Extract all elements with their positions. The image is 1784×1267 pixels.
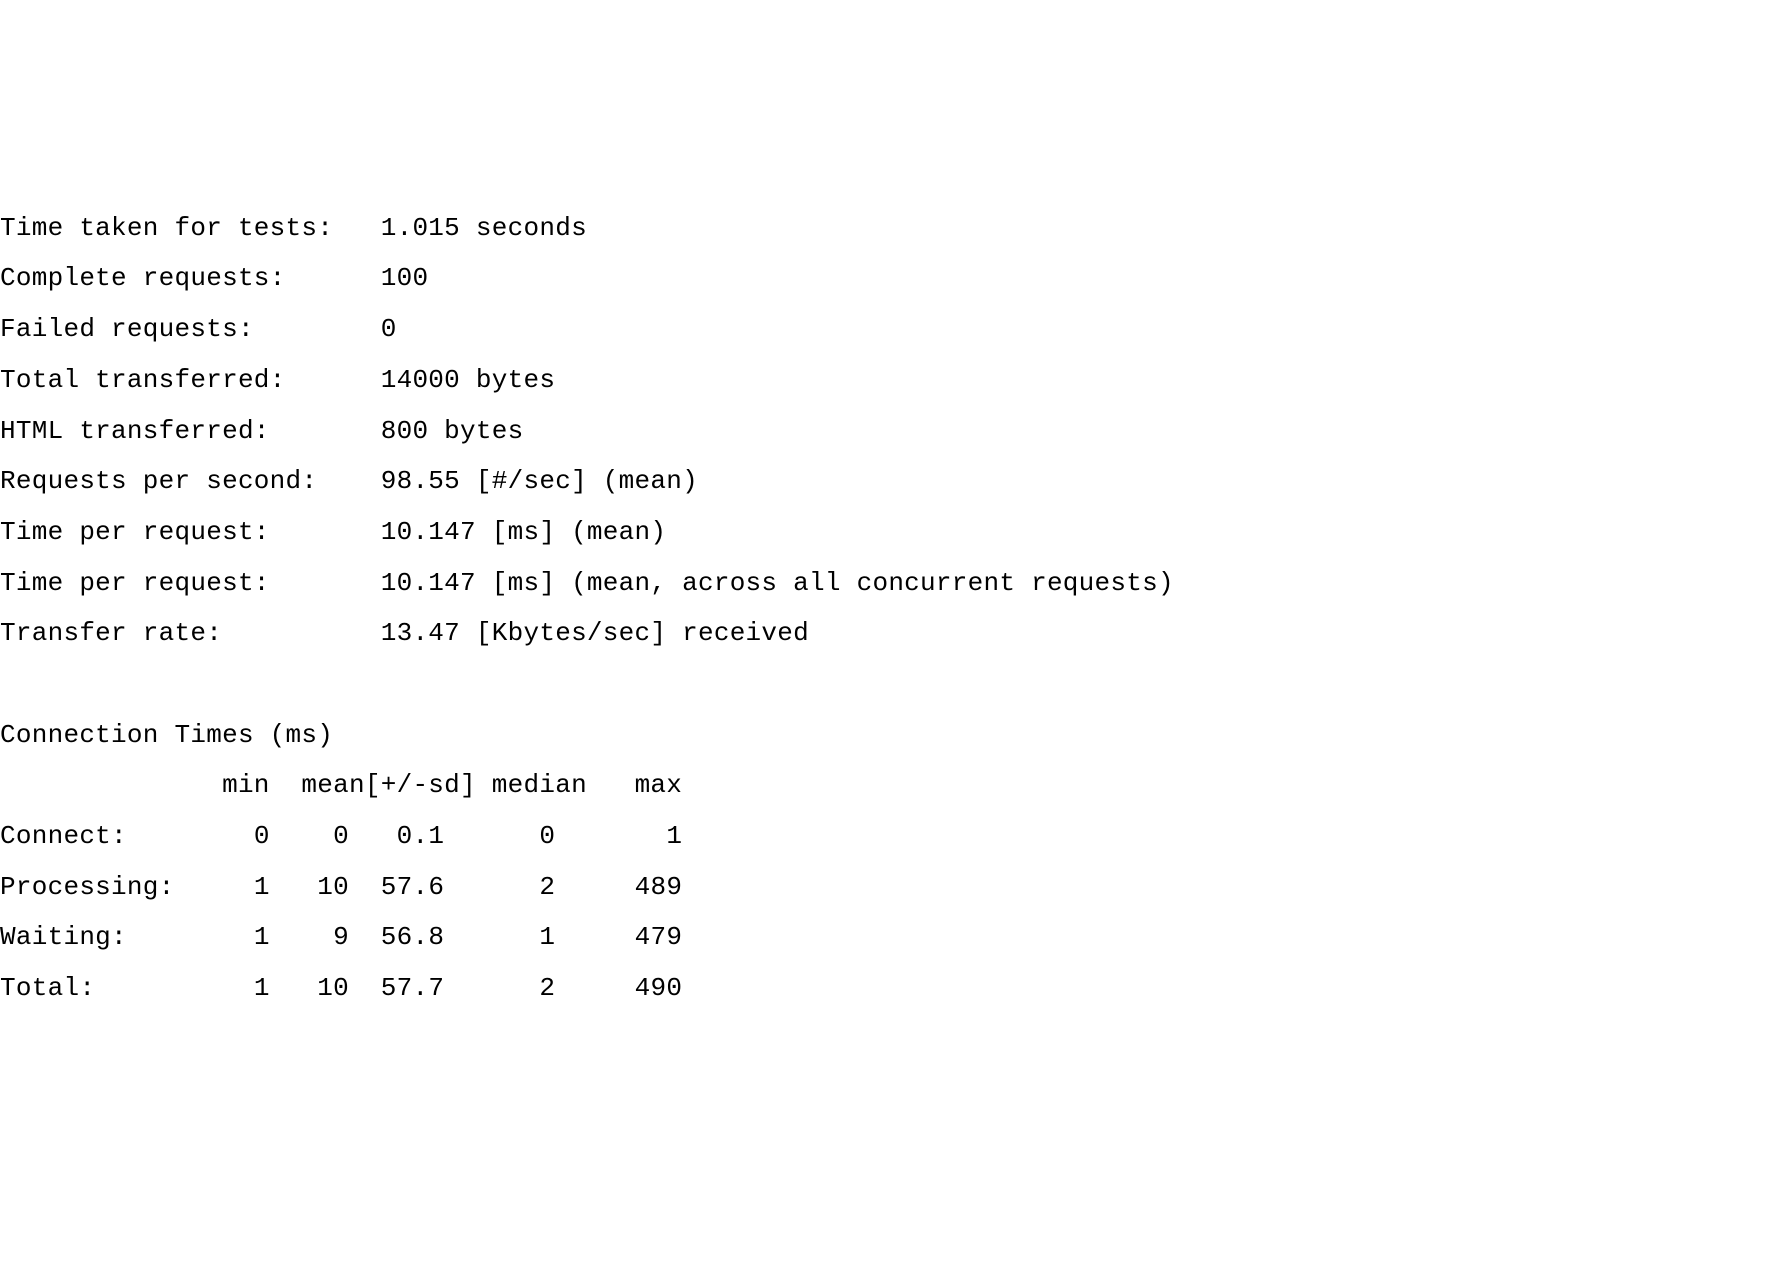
row-waiting-median: 1 — [539, 922, 555, 952]
row-connect-mean: 0 — [333, 821, 349, 851]
time-taken-value: 1.015 seconds — [381, 213, 587, 243]
row-total-label: Total: — [0, 973, 95, 1003]
row-connect-median: 0 — [539, 821, 555, 851]
row-connect-min: 0 — [254, 821, 270, 851]
time-per-request-2-value: 10.147 [ms] (mean, across all concurrent… — [381, 568, 1174, 598]
time-taken-label: Time taken for tests: — [0, 213, 333, 243]
time-per-request-1-value: 10.147 [ms] (mean) — [381, 517, 667, 547]
complete-requests-value: 100 — [381, 263, 429, 293]
header-mean: mean — [301, 770, 364, 800]
transfer-rate-label: Transfer rate: — [0, 618, 222, 648]
row-waiting-mean: 9 — [333, 922, 349, 952]
failed-requests-label: Failed requests: — [0, 314, 254, 344]
row-connect-label: Connect: — [0, 821, 127, 851]
html-transferred-value: 800 bytes — [381, 416, 524, 446]
time-per-request-1-label: Time per request: — [0, 517, 270, 547]
row-processing-max: 489 — [635, 872, 683, 902]
benchmark-output: Time taken for tests: 1.015 seconds Comp… — [0, 203, 1784, 1014]
row-processing-min: 1 — [254, 872, 270, 902]
row-total-sd: 57.7 — [381, 973, 444, 1003]
total-transferred-label: Total transferred: — [0, 365, 286, 395]
row-connect-max: 1 — [666, 821, 682, 851]
time-per-request-2-label: Time per request: — [0, 568, 270, 598]
row-processing-label: Processing: — [0, 872, 175, 902]
failed-requests-value: 0 — [381, 314, 397, 344]
header-sd: [+/-sd] — [365, 770, 476, 800]
header-median: median — [492, 770, 587, 800]
transfer-rate-value: 13.47 [Kbytes/sec] received — [381, 618, 809, 648]
row-waiting-sd: 56.8 — [381, 922, 444, 952]
requests-per-second-label: Requests per second: — [0, 466, 317, 496]
total-transferred-value: 14000 bytes — [381, 365, 556, 395]
html-transferred-label: HTML transferred: — [0, 416, 270, 446]
row-total-median: 2 — [539, 973, 555, 1003]
row-processing-mean: 10 — [317, 872, 349, 902]
row-connect-sd: 0.1 — [397, 821, 445, 851]
requests-per-second-value: 98.55 [#/sec] (mean) — [381, 466, 698, 496]
row-total-min: 1 — [254, 973, 270, 1003]
row-processing-median: 2 — [539, 872, 555, 902]
header-max: max — [635, 770, 683, 800]
row-waiting-min: 1 — [254, 922, 270, 952]
row-total-mean: 10 — [317, 973, 349, 1003]
row-total-max: 490 — [635, 973, 683, 1003]
row-waiting-max: 479 — [635, 922, 683, 952]
complete-requests-label: Complete requests: — [0, 263, 286, 293]
row-waiting-label: Waiting: — [0, 922, 127, 952]
row-processing-sd: 57.6 — [381, 872, 444, 902]
connection-times-title: Connection Times (ms) — [0, 720, 333, 750]
header-min: min — [222, 770, 270, 800]
